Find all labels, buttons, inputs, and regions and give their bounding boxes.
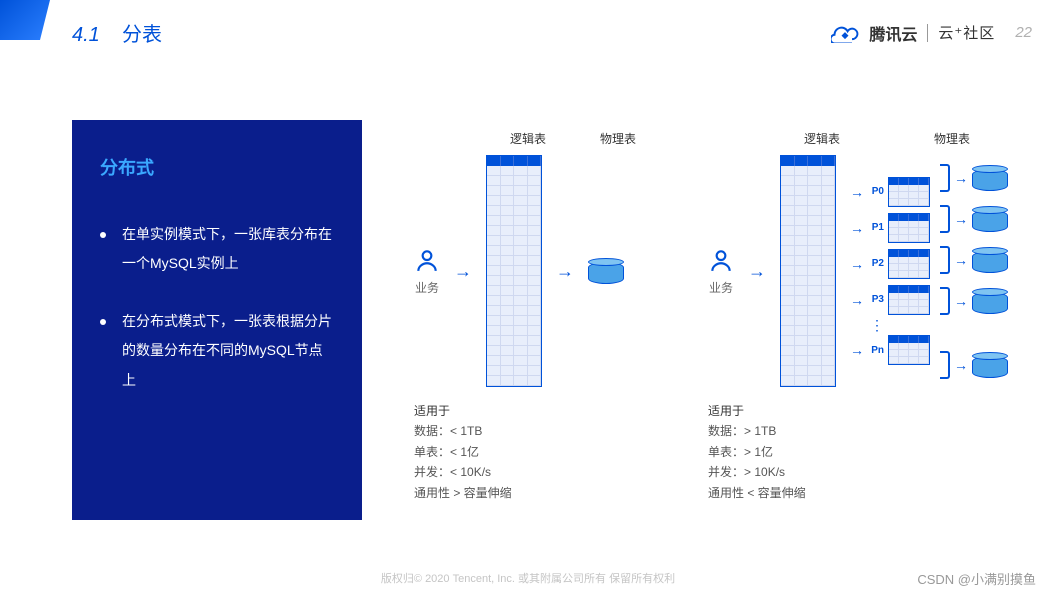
partition-label: P0 [868, 186, 884, 197]
arrow-icon: → [954, 293, 968, 309]
stats-title: 适用于 [414, 401, 638, 421]
arrow-icon: → [748, 261, 766, 282]
bracket-icon [940, 205, 950, 233]
database-icon [972, 288, 1008, 314]
diagram-area: 逻辑表 物理表 业务 → → 适用 [414, 120, 1012, 520]
database-icon [972, 352, 1008, 378]
panel-title: 分布式 [100, 154, 334, 180]
stats-row: 数据：> 1TB [708, 421, 1012, 441]
label-logical: 逻辑表 [794, 130, 850, 147]
arrow-icon: → [954, 211, 968, 227]
biz-label: 业务 [415, 279, 439, 296]
arrow-icon: → [850, 292, 864, 308]
database-icon [972, 247, 1008, 273]
stats-row: 并发：< 10K/s [414, 462, 638, 482]
brand-separator [927, 24, 928, 42]
diagram-distributed: 逻辑表 物理表 业务 → → P0 [708, 130, 1012, 520]
database-icon [972, 165, 1008, 191]
accent-bar [0, 0, 50, 40]
brand-area: 腾讯云 云⁺社区 22 [831, 21, 1032, 45]
mini-table [888, 213, 930, 243]
arrow-icon: → [954, 252, 968, 268]
brand-sub: 云⁺社区 [938, 22, 995, 43]
mini-table [888, 177, 930, 207]
watermark: CSDN @小满别摸鱼 [917, 569, 1036, 588]
bullet-item: 在分布式模式下，一张表根据分片的数量分布在不同的MySQL节点上 [100, 307, 334, 395]
partition-stack: → P0 → P1 → P2 → P3 ⋮ → Pn [850, 177, 930, 365]
brand-main: 腾讯云 [869, 21, 917, 45]
arrow-icon: → [850, 184, 864, 200]
biz-label: 业务 [709, 279, 733, 296]
partition-label: P3 [868, 294, 884, 305]
db-stack: → → → → → [938, 164, 1008, 379]
bracket-icon [940, 246, 950, 274]
section-number: 4.1 [72, 24, 100, 46]
partition-row: → P2 [850, 249, 930, 279]
mini-table [888, 335, 930, 365]
tencent-cloud-icon [831, 23, 859, 43]
partition-label: P2 [868, 258, 884, 269]
content: 分布式 在单实例模式下，一张库表分布在一个MySQL实例上 在分布式模式下，一张… [72, 120, 1012, 520]
diagram-single: 逻辑表 物理表 业务 → → 适用 [414, 130, 638, 520]
biz-node: 业务 [708, 247, 734, 296]
arrow-icon: → [850, 256, 864, 272]
arrow-icon: → [850, 220, 864, 236]
stats-row: 数据：< 1TB [414, 421, 638, 441]
label-physical: 物理表 [598, 130, 638, 147]
arrow-icon: → [954, 170, 968, 186]
section-title: 分表 [122, 24, 162, 46]
bracket-icon [940, 287, 950, 315]
info-panel: 分布式 在单实例模式下，一张库表分布在一个MySQL实例上 在分布式模式下，一张… [72, 120, 362, 520]
database-icon [972, 206, 1008, 232]
biz-node: 业务 [414, 247, 440, 296]
arrow-icon: → [556, 261, 574, 282]
arrow-icon: → [454, 261, 472, 282]
partition-label: Pn [868, 345, 884, 356]
partition-row: → P0 [850, 177, 930, 207]
arrow-icon: → [954, 357, 968, 373]
footer-copyright: 版权归© 2020 Tencent, Inc. 或其附属公司所有 保留所有权利 [0, 570, 1056, 586]
label-physical: 物理表 [892, 130, 1012, 147]
page-title: 4.1 分表 [72, 18, 162, 47]
partition-row: → P3 [850, 285, 930, 315]
stats-row: 通用性 < 容量伸缩 [708, 483, 1012, 503]
header: 4.1 分表 腾讯云 云⁺社区 22 [72, 18, 1032, 47]
mini-table [888, 249, 930, 279]
partition-label: P1 [868, 222, 884, 233]
arrow-icon: → [850, 342, 864, 358]
stats-right: 适用于 数据：> 1TB 单表：> 1亿 并发：> 10K/s 通用性 < 容量… [708, 401, 1012, 503]
stats-row: 通用性 > 容量伸缩 [414, 483, 638, 503]
database-icon [588, 258, 624, 284]
bullet-list: 在单实例模式下，一张库表分布在一个MySQL实例上 在分布式模式下，一张表根据分… [100, 220, 334, 395]
user-icon [414, 247, 440, 273]
partition-row: → Pn [850, 335, 930, 365]
stats-row: 单表：> 1亿 [708, 442, 1012, 462]
stats-left: 适用于 数据：< 1TB 单表：< 1亿 并发：< 10K/s 通用性 > 容量… [414, 401, 638, 503]
stats-row: 单表：< 1亿 [414, 442, 638, 462]
stats-title: 适用于 [708, 401, 1012, 421]
label-logical: 逻辑表 [500, 130, 556, 147]
bullet-item: 在单实例模式下，一张库表分布在一个MySQL实例上 [100, 220, 334, 279]
bracket-icon [940, 164, 950, 192]
ellipsis-icon: ⋮ [870, 321, 884, 329]
page-number: 22 [1015, 24, 1032, 41]
logical-table [780, 155, 836, 387]
user-icon [708, 247, 734, 273]
partition-row: → P1 [850, 213, 930, 243]
stats-row: 并发：> 10K/s [708, 462, 1012, 482]
mini-table [888, 285, 930, 315]
logical-table [486, 155, 542, 387]
bracket-icon [940, 351, 950, 379]
